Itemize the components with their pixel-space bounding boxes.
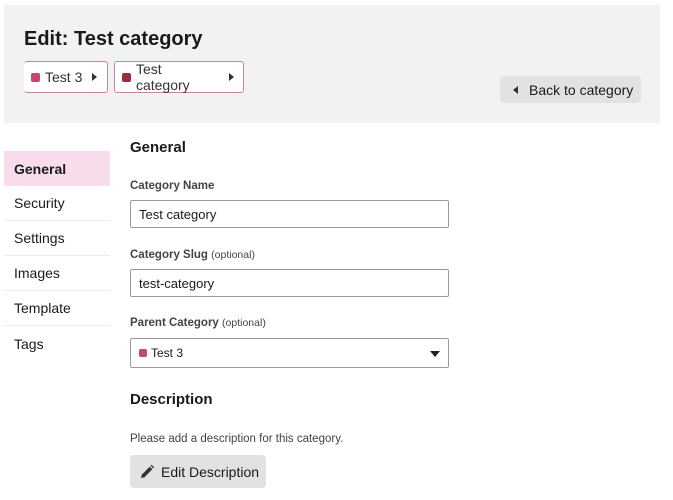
breadcrumb-label: Test 3 xyxy=(45,69,83,85)
caret-left-icon xyxy=(513,85,518,94)
sidebar-item-label: Tags xyxy=(14,335,44,352)
back-to-category-button[interactable]: Back to category xyxy=(500,76,641,103)
sidebar-item-security[interactable]: Security xyxy=(4,186,110,221)
label-text: Category Name xyxy=(130,180,215,192)
parent-category-value: Test 3 xyxy=(151,346,184,360)
page-header: Edit: Test category Test 3 Test category… xyxy=(4,5,660,123)
back-button-label: Back to category xyxy=(529,81,634,98)
sidebar-item-label: Settings xyxy=(14,230,65,246)
sidebar-item-label: General xyxy=(14,160,67,177)
general-section-title: General xyxy=(130,139,186,156)
sidebar-item-label: Images xyxy=(14,265,60,281)
sidebar-item-images[interactable]: Images xyxy=(4,256,110,291)
optional-hint: (optional) xyxy=(222,317,266,329)
caret-right-icon xyxy=(229,73,234,81)
breadcrumb-test-category[interactable]: Test category xyxy=(114,61,244,93)
edit-description-button[interactable]: Edit Description xyxy=(130,455,266,488)
sidebar-item-template[interactable]: Template xyxy=(4,291,110,326)
sidebar-item-general[interactable]: General xyxy=(4,151,110,186)
breadcrumb-test-3[interactable]: Test 3 xyxy=(24,61,108,93)
label-text: Parent Category xyxy=(130,317,219,329)
category-color-swatch xyxy=(139,349,147,357)
page-title: Edit: Test category xyxy=(24,28,203,50)
parent-category-select[interactable]: Test 3 xyxy=(130,338,449,368)
description-help-text: Please add a description for this catego… xyxy=(130,433,344,445)
optional-hint: (optional) xyxy=(211,249,255,261)
category-name-label: Category Name xyxy=(130,180,214,192)
chevron-down-icon xyxy=(430,351,440,357)
pencil-icon xyxy=(141,464,155,478)
label-text: Category Slug xyxy=(130,249,208,261)
caret-right-icon xyxy=(92,73,98,81)
category-name-input[interactable] xyxy=(130,200,449,228)
category-color-swatch xyxy=(31,72,40,82)
sidebar-item-label: Template xyxy=(14,300,71,316)
sidebar-item-label: Security xyxy=(14,195,65,211)
category-color-swatch xyxy=(122,72,131,82)
settings-sidebar: General Security Settings Images Templat… xyxy=(4,151,110,361)
sidebar-item-settings[interactable]: Settings xyxy=(4,221,110,256)
category-slug-input[interactable] xyxy=(130,269,449,297)
sidebar-item-tags[interactable]: Tags xyxy=(4,326,110,361)
category-slug-label: Category Slug (optional) xyxy=(130,249,255,261)
edit-description-label: Edit Description xyxy=(161,463,260,480)
description-section-title: Description xyxy=(130,391,213,408)
breadcrumb-label: Test category xyxy=(135,61,190,93)
parent-category-label: Parent Category (optional) xyxy=(130,317,266,329)
